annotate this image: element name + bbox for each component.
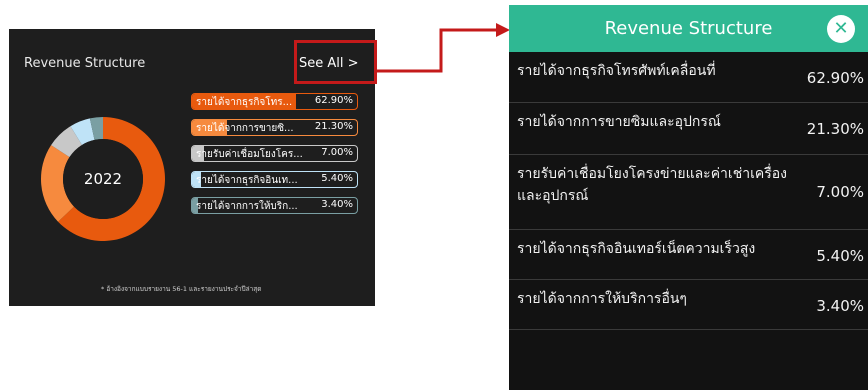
- revenue-row: รายได้จากการให้บริการอื่นๆ 3.40%: [509, 280, 868, 330]
- row-value: 5.40%: [816, 247, 864, 265]
- row-value: 3.40%: [816, 297, 864, 315]
- revenue-structure-panel: Revenue Structure ✕ รายได้จากธุรกิจโทรศั…: [509, 5, 868, 390]
- row-value: 7.00%: [816, 183, 864, 201]
- revenue-row: รายรับค่าเชื่อมโยงโครงข่ายและค่าเช่าเครื…: [509, 155, 868, 230]
- panel-header: Revenue Structure ✕: [509, 5, 868, 52]
- revenue-row: รายได้จากธุรกิจอินเทอร์เน็ตความเร็วสูง 5…: [509, 230, 868, 280]
- revenue-row: รายได้จากการขายซิมและอุปกรณ์ 21.30%: [509, 103, 868, 155]
- close-button[interactable]: ✕: [827, 15, 855, 43]
- row-label: รายรับค่าเชื่อมโยงโครงข่ายและค่าเช่าเครื…: [517, 166, 787, 204]
- row-label: รายได้จากธุรกิจอินเทอร์เน็ตความเร็วสูง: [517, 241, 756, 257]
- revenue-row: รายได้จากธุรกิจโทรศัพท์เคลื่อนที่ 62.90%: [509, 52, 868, 103]
- row-label: รายได้จากการให้บริการอื่นๆ: [517, 291, 687, 307]
- panel-title: Revenue Structure: [604, 18, 773, 39]
- close-icon: ✕: [833, 18, 849, 39]
- row-label: รายได้จากการขายซิมและอุปกรณ์: [517, 114, 721, 130]
- row-label: รายได้จากธุรกิจโทรศัพท์เคลื่อนที่: [517, 63, 716, 79]
- row-value: 21.30%: [806, 120, 864, 138]
- row-value: 62.90%: [806, 69, 864, 87]
